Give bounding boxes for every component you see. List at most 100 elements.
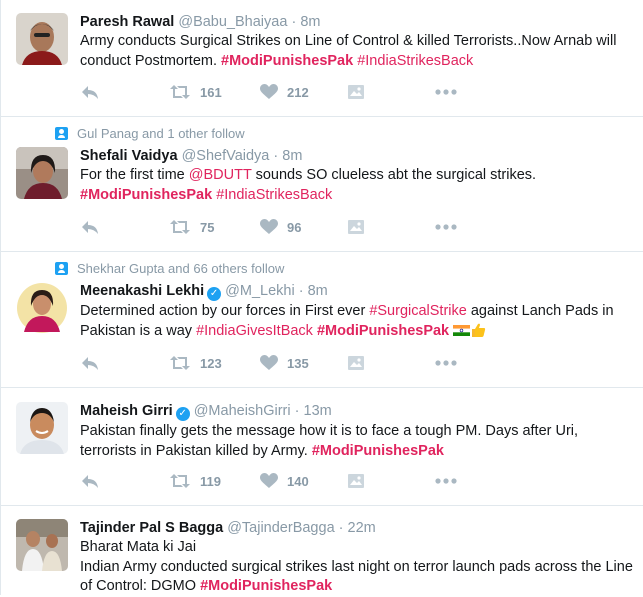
- hashtag-link[interactable]: #IndiaStrikesBack: [216, 187, 332, 203]
- heart-icon: [260, 84, 278, 100]
- hashtag-link[interactable]: #IndiaGivesItBack: [196, 323, 313, 339]
- text-segment: sounds SO clueless abt the surgical stri…: [251, 167, 537, 183]
- like-button[interactable]: 135: [260, 353, 309, 373]
- tweet-text: For the first time @BDUTT sounds SO clue…: [80, 166, 634, 205]
- like-count: 212: [287, 84, 309, 100]
- media-button[interactable]: [348, 217, 364, 237]
- hashtag-link[interactable]: #IndiaStrikesBack: [357, 53, 473, 69]
- thumbs-up-emoji: [472, 323, 486, 337]
- display-name[interactable]: Tajinder Pal S Bagga: [80, 520, 223, 536]
- user-handle[interactable]: @Babu_Bhaiyaa: [178, 14, 287, 30]
- like-button[interactable]: 212: [260, 82, 309, 102]
- follow-context[interactable]: Gul Panag and 1 other follow: [55, 126, 245, 141]
- image-icon: [348, 220, 364, 234]
- reply-button[interactable]: [80, 82, 100, 102]
- tweet-timestamp[interactable]: 8m: [308, 283, 328, 299]
- heart-icon: [260, 473, 278, 489]
- more-button[interactable]: [435, 353, 457, 373]
- more-dots-icon: [435, 89, 457, 95]
- more-dots-icon: [435, 360, 457, 366]
- media-button[interactable]: [348, 82, 364, 102]
- tweet-text: Pakistan finally gets the message how it…: [80, 422, 634, 461]
- separator-dot: ·: [298, 283, 304, 299]
- hashtag-link[interactable]: #ModiPunishesPak: [312, 443, 444, 459]
- display-name[interactable]: Shefali Vaidya: [80, 148, 178, 164]
- reply-button[interactable]: [80, 353, 100, 373]
- image-icon: [348, 474, 364, 488]
- tweet-timestamp[interactable]: 13m: [304, 403, 332, 419]
- reply-arrow-icon: [80, 354, 100, 372]
- display-name[interactable]: Meenakashi Lekhi: [80, 283, 204, 299]
- avatar[interactable]: [16, 402, 68, 454]
- hashtag-link[interactable]: #ModiPunishesPak: [317, 323, 449, 339]
- retweet-button[interactable]: 161: [169, 82, 222, 102]
- hashtag-link[interactable]: #ModiPunishesPak: [80, 187, 212, 203]
- text-segment: Determined action by our forces in First…: [80, 303, 370, 319]
- display-name[interactable]: Paresh Rawal: [80, 14, 174, 30]
- tweet-timestamp[interactable]: 8m: [300, 14, 320, 30]
- tweet-text: Army conducts Surgical Strikes on Line o…: [80, 32, 634, 71]
- retweet-count: 75: [200, 219, 215, 235]
- image-icon: [348, 85, 364, 99]
- tweet-timestamp[interactable]: 8m: [282, 148, 302, 164]
- retweet-button[interactable]: 75: [169, 217, 214, 237]
- like-button[interactable]: 140: [260, 471, 309, 491]
- hashtag-link[interactable]: #ModiPunishesPak: [221, 53, 353, 69]
- separator-dot: ·: [294, 403, 300, 419]
- media-button[interactable]: [348, 471, 364, 491]
- tweet[interactable]: Maheish Girri ✓ @MaheishGirri · 13m Pakis…: [1, 388, 643, 506]
- tweet[interactable]: Paresh Rawal @Babu_Bhaiyaa · 8m Army con…: [1, 0, 643, 117]
- avatar[interactable]: [16, 282, 68, 334]
- media-button[interactable]: [348, 353, 364, 373]
- reply-arrow-icon: [80, 218, 100, 236]
- retweet-button[interactable]: 119: [169, 471, 221, 491]
- tweet-text: Bharat Mata ki Jai Indian Army conducted …: [80, 538, 634, 597]
- more-button[interactable]: [435, 217, 457, 237]
- verified-badge-icon: ✓: [175, 407, 190, 421]
- tweet-text: Determined action by our forces in First…: [80, 302, 634, 341]
- reply-arrow-icon: [80, 83, 100, 101]
- tweet-actions: 123 135: [80, 353, 500, 373]
- verified-badge-icon: ✓: [207, 287, 222, 301]
- tweet-feed: Paresh Rawal @Babu_Bhaiyaa · 8m Army con…: [1, 0, 643, 595]
- avatar[interactable]: [16, 13, 68, 65]
- more-button[interactable]: [435, 471, 457, 491]
- tweet-actions: 75 96: [80, 217, 500, 237]
- retweet-button[interactable]: 123: [169, 353, 222, 373]
- person-icon: [55, 262, 68, 275]
- reply-button[interactable]: [80, 471, 100, 491]
- hashtag-link[interactable]: #ModiPunishesPak: [200, 578, 332, 594]
- tweet[interactable]: Gul Panag and 1 other follow Shefali Vai…: [1, 117, 643, 252]
- separator-dot: ·: [273, 148, 279, 164]
- reply-arrow-icon: [80, 472, 100, 490]
- heart-icon: [260, 355, 278, 371]
- tweet-actions: 119 140: [80, 471, 500, 491]
- like-button[interactable]: 96: [260, 217, 301, 237]
- user-handle[interactable]: @TajinderBagga: [227, 520, 334, 536]
- retweet-count: 123: [200, 355, 222, 371]
- retweet-icon: [169, 219, 191, 235]
- user-handle[interactable]: @ShefVaidya: [182, 148, 270, 164]
- person-icon: [55, 127, 68, 140]
- tweet[interactable]: Tajinder Pal S Bagga @TajinderBagga · 22…: [1, 506, 643, 595]
- reply-button[interactable]: [80, 217, 100, 237]
- user-handle[interactable]: @MaheishGirri: [194, 403, 291, 419]
- tweet-timestamp[interactable]: 22m: [348, 520, 376, 536]
- more-button[interactable]: [435, 82, 457, 102]
- like-count: 96: [287, 219, 302, 235]
- like-count: 140: [287, 473, 309, 489]
- text-segment: Indian Army conducted surgical strikes l…: [80, 558, 633, 595]
- tweet-actions: 161 212: [80, 82, 500, 102]
- avatar[interactable]: [16, 147, 68, 199]
- avatar[interactable]: [16, 519, 68, 571]
- retweet-count: 119: [200, 473, 221, 489]
- text-segment: For the first time: [80, 167, 189, 183]
- hashtag-link[interactable]: #SurgicalStrike: [369, 303, 467, 319]
- follow-context[interactable]: Shekhar Gupta and 66 others follow: [55, 261, 284, 276]
- tweet[interactable]: Shekhar Gupta and 66 others follow Meena…: [1, 252, 643, 388]
- follow-context-text: Shekhar Gupta and 66 others follow: [77, 261, 285, 276]
- display-name[interactable]: Maheish Girri: [80, 403, 173, 419]
- follow-context-text: Gul Panag and 1 other follow: [77, 126, 245, 141]
- user-handle[interactable]: @M_Lekhi: [225, 283, 295, 299]
- mention-link[interactable]: @BDUTT: [189, 167, 252, 183]
